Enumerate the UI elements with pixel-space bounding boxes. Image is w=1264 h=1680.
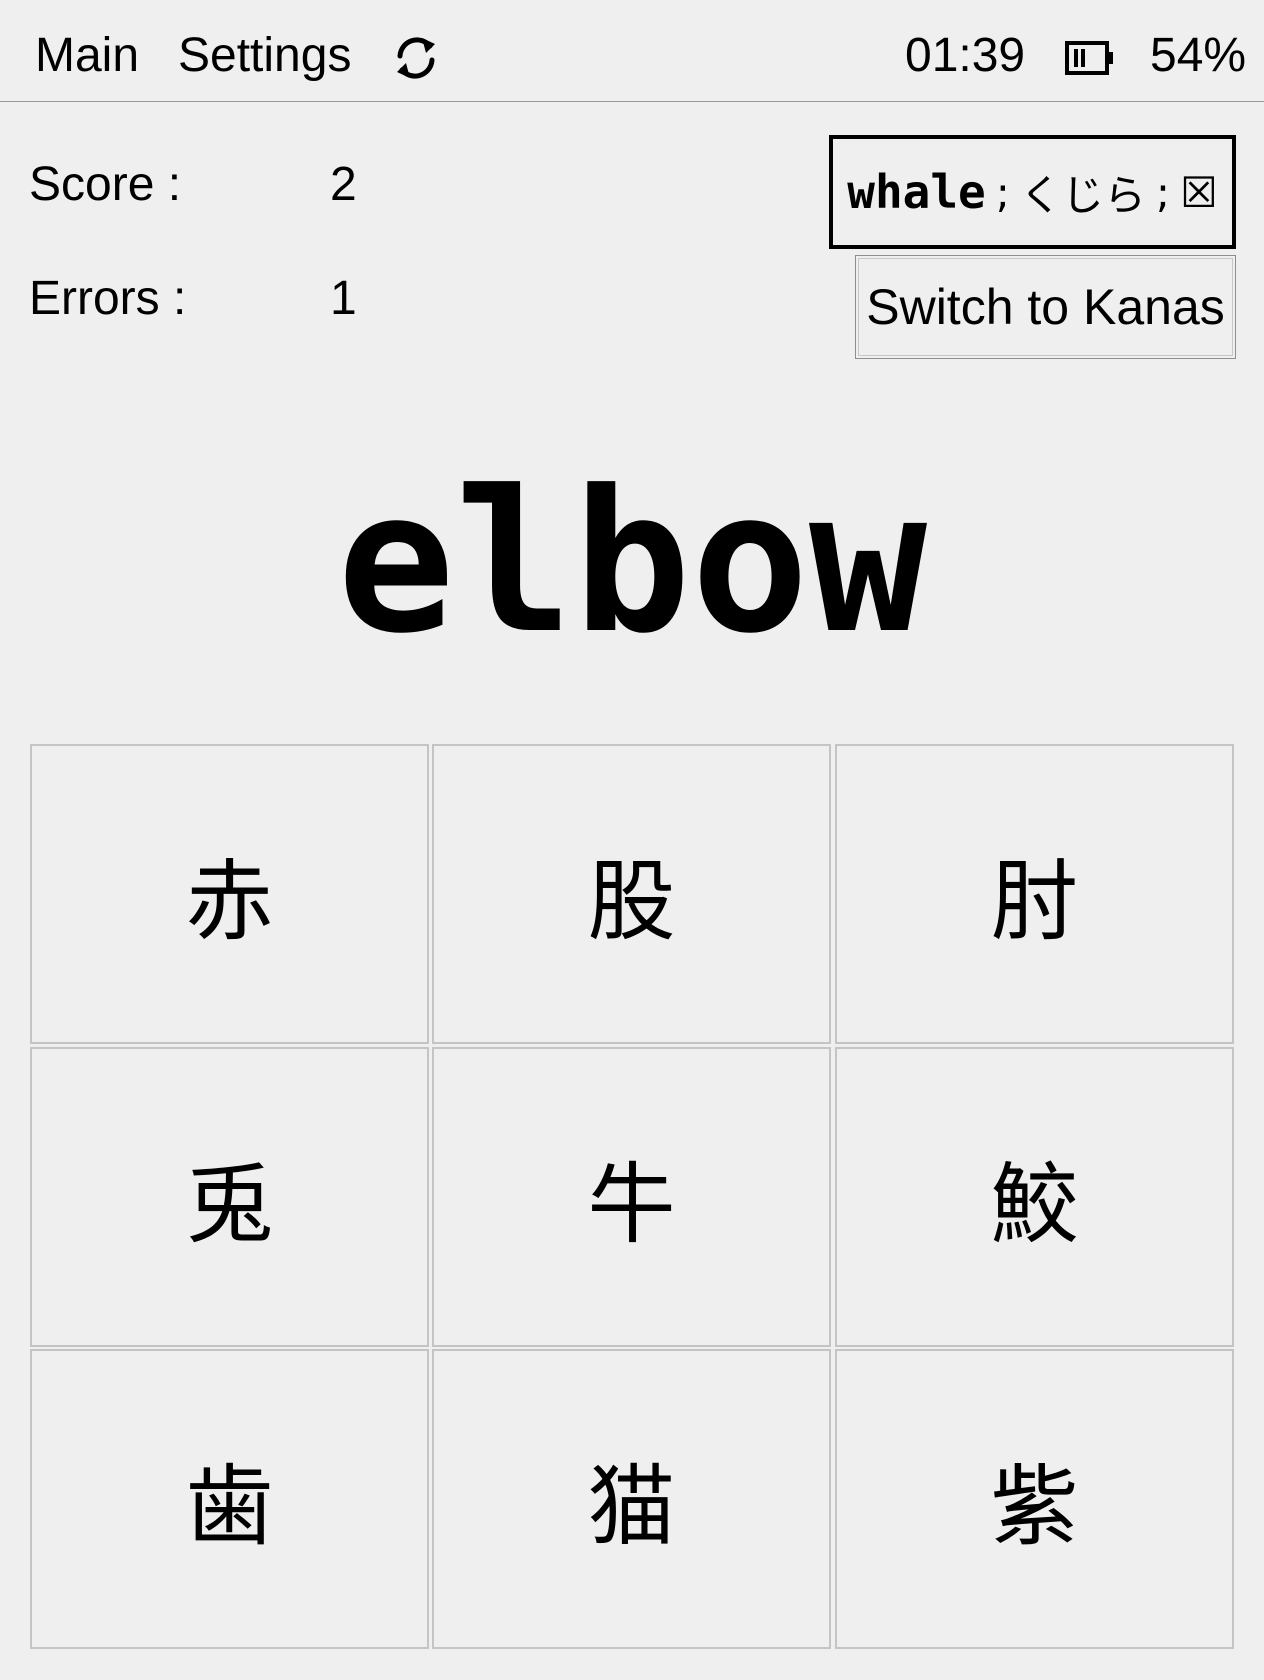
prompt-word: elbow xyxy=(336,449,927,677)
errors-value: 1 xyxy=(330,272,357,325)
last-answer-wrong-mark: ☒ xyxy=(1180,167,1218,217)
choice-button[interactable]: 股 xyxy=(432,744,831,1044)
choice-button[interactable]: 鮫 xyxy=(835,1047,1234,1347)
choice-button[interactable]: 猫 xyxy=(432,1349,831,1649)
battery-percentage: 54% xyxy=(1150,29,1247,82)
last-answer-word: whale xyxy=(847,165,986,219)
switch-to-kanas-button[interactable]: Switch to Kanas xyxy=(855,255,1236,359)
choice-button[interactable]: 紫 xyxy=(835,1349,1234,1649)
last-answer-reading: くじら xyxy=(1019,170,1146,220)
menu-main[interactable]: Main xyxy=(35,28,139,84)
battery-icon xyxy=(1065,41,1113,75)
top-bar: Main Settings 01:39 54% xyxy=(0,0,1264,102)
last-answer-box: whale ; くじら ; ☒ xyxy=(829,135,1236,249)
choice-button[interactable]: 兎 xyxy=(30,1047,429,1347)
choice-button[interactable]: 赤 xyxy=(30,744,429,1044)
last-answer-separator: ; xyxy=(1155,167,1171,217)
choice-button[interactable]: 牛 xyxy=(432,1047,831,1347)
last-answer-separator: ; xyxy=(995,167,1010,217)
answer-grid: 赤 股 肘 兎 牛 鮫 歯 猫 紫 xyxy=(30,744,1234,1649)
sync-icon[interactable] xyxy=(388,30,444,86)
score-label: Score : xyxy=(29,158,182,211)
choice-button[interactable]: 歯 xyxy=(30,1349,429,1649)
clock: 01:39 xyxy=(905,29,1026,82)
menu-settings[interactable]: Settings xyxy=(178,28,351,84)
score-value: 2 xyxy=(330,158,357,211)
choice-button[interactable]: 肘 xyxy=(835,744,1234,1044)
errors-label: Errors : xyxy=(29,272,187,325)
